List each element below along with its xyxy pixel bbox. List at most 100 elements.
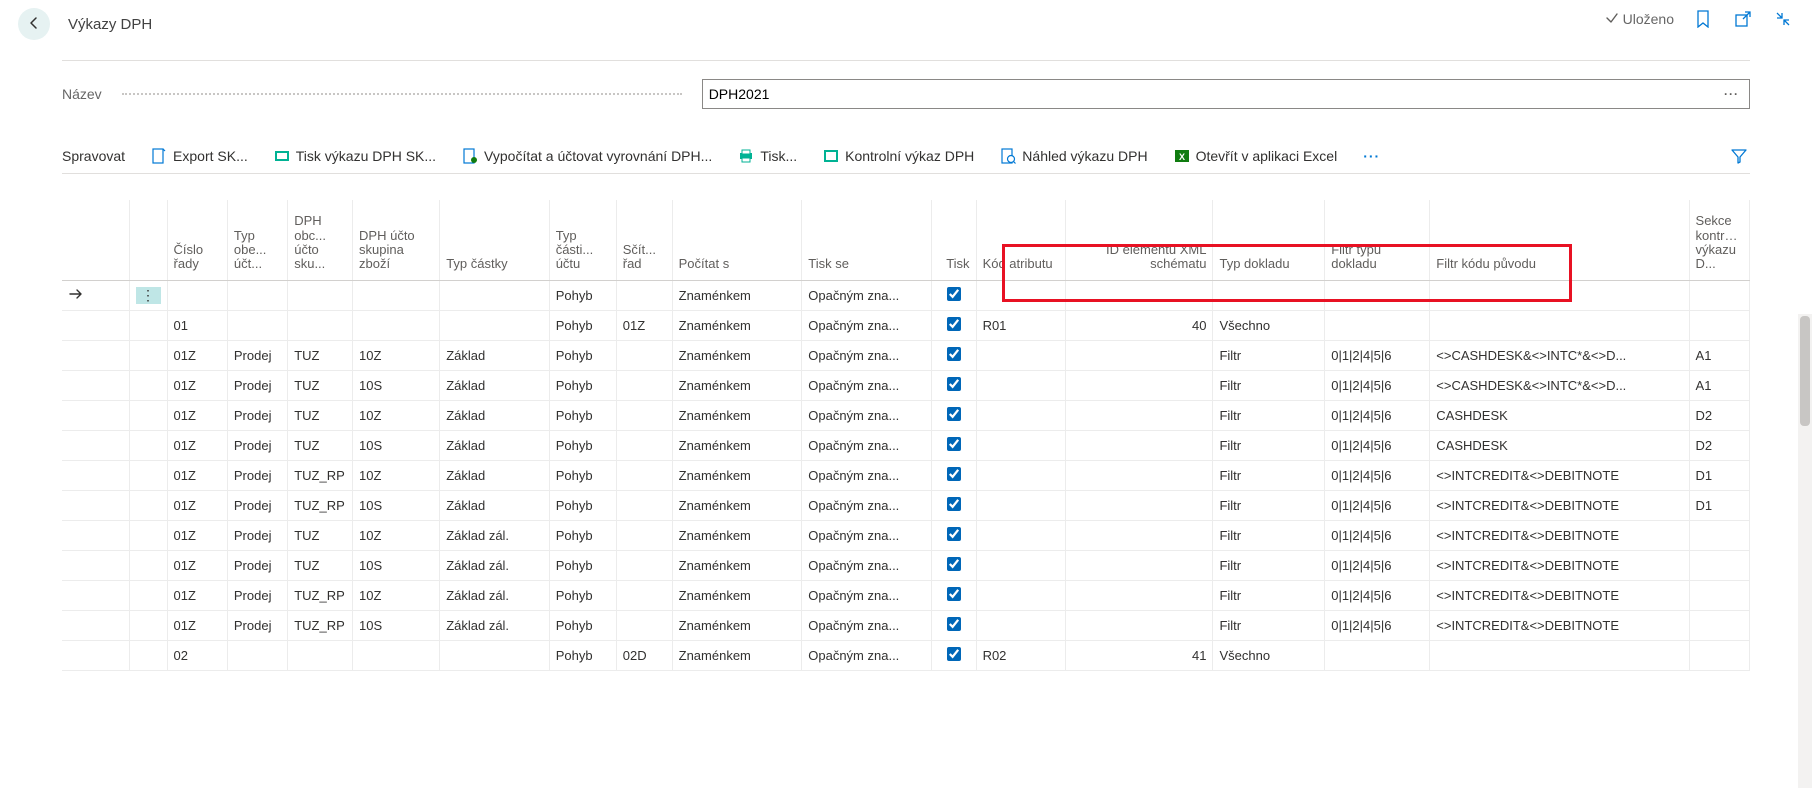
cell-dphZbozi[interactable]: 10S: [353, 550, 440, 580]
cell-typCasti[interactable]: Pohyb: [549, 520, 616, 550]
cell-typCasti[interactable]: Pohyb: [549, 430, 616, 460]
print-checkbox[interactable]: [947, 647, 961, 661]
row-menu-button[interactable]: [129, 610, 167, 640]
cell-typDok[interactable]: Filtr: [1213, 550, 1325, 580]
row-menu-button[interactable]: [129, 310, 167, 340]
cell-typDok[interactable]: Všechno: [1213, 640, 1325, 670]
cell-kodAtr[interactable]: [976, 580, 1065, 610]
print-checkbox[interactable]: [947, 557, 961, 571]
cell-tisk[interactable]: [931, 550, 976, 580]
cell-xml[interactable]: [1065, 490, 1213, 520]
row-selector[interactable]: [62, 370, 129, 400]
table-row[interactable]: 01ZProdejTUZ10ZZákladPohybZnaménkemOpačn…: [62, 400, 1750, 430]
cell-pocitat[interactable]: Znaménkem: [672, 340, 802, 370]
filter-button[interactable]: [1728, 145, 1750, 167]
cell-dphObc[interactable]: TUZ: [288, 550, 353, 580]
cell-typCasti[interactable]: Pohyb: [549, 550, 616, 580]
cell-pocitat[interactable]: Znaménkem: [672, 460, 802, 490]
cell-sekce[interactable]: [1689, 520, 1749, 550]
cell-dphObc[interactable]: TUZ: [288, 370, 353, 400]
toolbar-print[interactable]: Tisk...: [738, 148, 797, 164]
cell-kodAtr[interactable]: [976, 370, 1065, 400]
cell-tiskSe[interactable]: Opačným zna...: [802, 640, 932, 670]
toolbar-export-sk[interactable]: Export SK...: [151, 148, 248, 164]
cell-filtrKod[interactable]: <>INTCREDIT&<>DEBITNOTE: [1430, 460, 1689, 490]
cell-tiskSe[interactable]: Opačným zna...: [802, 430, 932, 460]
toolbar-preview[interactable]: Náhled výkazu DPH: [1000, 148, 1147, 164]
cell-dphZbozi[interactable]: [353, 310, 440, 340]
col-scit[interactable]: Sčít... řad: [616, 200, 672, 280]
cell-dphObc[interactable]: [288, 640, 353, 670]
cell-tisk[interactable]: [931, 340, 976, 370]
cell-xml[interactable]: [1065, 580, 1213, 610]
cell-typObe[interactable]: Prodej: [227, 340, 287, 370]
col-pocitat[interactable]: Počítat s: [672, 200, 802, 280]
cell-typCastky[interactable]: Základ: [440, 370, 550, 400]
row-menu-button[interactable]: [129, 400, 167, 430]
print-checkbox[interactable]: [947, 437, 961, 451]
back-button[interactable]: [18, 8, 50, 40]
cell-tiskSe[interactable]: Opačným zna...: [802, 460, 932, 490]
col-filtrtyp[interactable]: Filtr typu dokladu: [1325, 200, 1430, 280]
cell-xml[interactable]: [1065, 400, 1213, 430]
col-typcasti[interactable]: Typ části... účtu: [549, 200, 616, 280]
cell-scit[interactable]: [616, 520, 672, 550]
cell-pocitat[interactable]: Znaménkem: [672, 610, 802, 640]
table-row[interactable]: 01ZProdejTUZ10ZZáklad zál.PohybZnaménkem…: [62, 520, 1750, 550]
cell-dphObc[interactable]: [288, 310, 353, 340]
cell-typCastky[interactable]: Základ zál.: [440, 610, 550, 640]
cell-typCastky[interactable]: [440, 280, 550, 310]
cell-tisk[interactable]: [931, 640, 976, 670]
cell-sekce[interactable]: [1689, 550, 1749, 580]
row-menu-button[interactable]: [129, 640, 167, 670]
cell-cislo[interactable]: 01Z: [167, 340, 227, 370]
cell-filtrTyp[interactable]: 0|1|2|4|5|6: [1325, 430, 1430, 460]
cell-xml[interactable]: [1065, 610, 1213, 640]
cell-filtrTyp[interactable]: 0|1|2|4|5|6: [1325, 370, 1430, 400]
cell-xml[interactable]: 41: [1065, 640, 1213, 670]
row-menu-button[interactable]: [129, 520, 167, 550]
col-tisk[interactable]: Tisk: [931, 200, 976, 280]
cell-dphObc[interactable]: TUZ_RP: [288, 580, 353, 610]
cell-pocitat[interactable]: Znaménkem: [672, 280, 802, 310]
cell-typDok[interactable]: Filtr: [1213, 490, 1325, 520]
table-row[interactable]: 01ZProdejTUZ_RP10SZáklad zál.PohybZnamén…: [62, 610, 1750, 640]
print-checkbox[interactable]: [947, 377, 961, 391]
cell-typDok[interactable]: Všechno: [1213, 310, 1325, 340]
cell-tiskSe[interactable]: Opačným zna...: [802, 400, 932, 430]
cell-dphZbozi[interactable]: 10S: [353, 370, 440, 400]
cell-typObe[interactable]: [227, 280, 287, 310]
cell-filtrKod[interactable]: <>INTCREDIT&<>DEBITNOTE: [1430, 490, 1689, 520]
cell-kodAtr[interactable]: R02: [976, 640, 1065, 670]
cell-dphZbozi[interactable]: 10S: [353, 430, 440, 460]
cell-typDok[interactable]: Filtr: [1213, 400, 1325, 430]
cell-tiskSe[interactable]: Opačným zna...: [802, 310, 932, 340]
cell-cislo[interactable]: 01Z: [167, 580, 227, 610]
table-row[interactable]: 01Pohyb01ZZnaménkemOpačným zna...R0140Vš…: [62, 310, 1750, 340]
cell-tiskSe[interactable]: Opačným zna...: [802, 520, 932, 550]
cell-cislo[interactable]: 01Z: [167, 550, 227, 580]
print-checkbox[interactable]: [947, 497, 961, 511]
cell-xml[interactable]: [1065, 460, 1213, 490]
cell-typCasti[interactable]: Pohyb: [549, 580, 616, 610]
cell-scit[interactable]: [616, 340, 672, 370]
row-selector[interactable]: [62, 340, 129, 370]
row-selector[interactable]: [62, 490, 129, 520]
cell-filtrKod[interactable]: CASHDESK: [1430, 400, 1689, 430]
cell-typDok[interactable]: Filtr: [1213, 460, 1325, 490]
toolbar-print-vykaz-sk[interactable]: Tisk výkazu DPH SK...: [274, 148, 436, 164]
col-typcastky[interactable]: Typ částky: [440, 200, 550, 280]
cell-scit[interactable]: [616, 580, 672, 610]
cell-typCasti[interactable]: Pohyb: [549, 280, 616, 310]
cell-pocitat[interactable]: Znaménkem: [672, 430, 802, 460]
cell-scit[interactable]: [616, 490, 672, 520]
cell-typCasti[interactable]: Pohyb: [549, 310, 616, 340]
cell-cislo[interactable]: 02: [167, 640, 227, 670]
cell-typDok[interactable]: Filtr: [1213, 340, 1325, 370]
cell-typObe[interactable]: Prodej: [227, 370, 287, 400]
cell-kodAtr[interactable]: [976, 400, 1065, 430]
cell-dphZbozi[interactable]: 10S: [353, 610, 440, 640]
cell-sekce[interactable]: [1689, 280, 1749, 310]
row-menu-button[interactable]: ⋮: [129, 280, 167, 310]
cell-typCastky[interactable]: Základ: [440, 430, 550, 460]
